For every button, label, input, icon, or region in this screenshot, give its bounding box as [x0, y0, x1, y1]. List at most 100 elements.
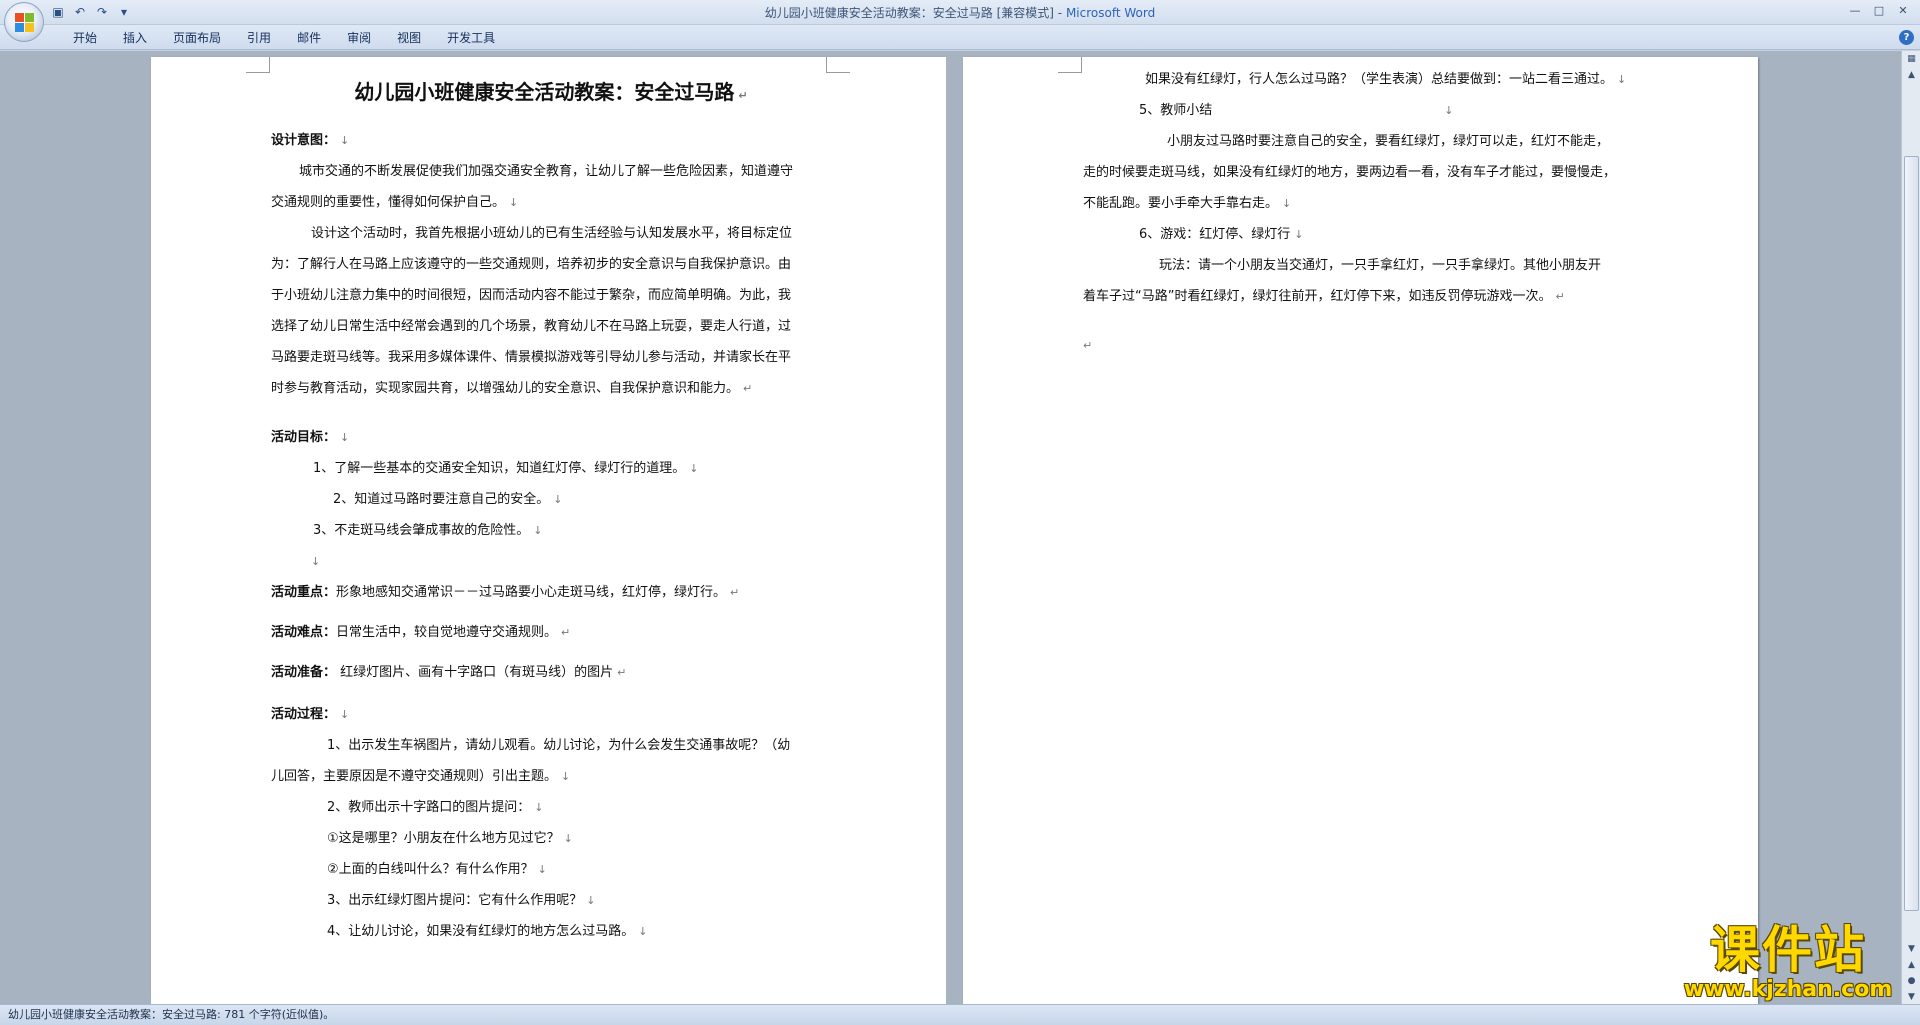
watermark-logo: 课件站 www.kjzhan.com — [1668, 922, 1908, 1004]
line-break-mark: ↓ — [586, 894, 596, 907]
process-line: 玩法：请一个小朋友当交通灯，一只手拿红灯，一只手拿绿灯。其他小朋友开 — [1083, 250, 1663, 281]
text-line: 设计这个活动时，我首先根据小班幼儿的已有生活经验与认知发展水平，将目标定位 — [311, 226, 793, 241]
crop-mark — [246, 57, 270, 73]
design-line: 为：了解行人在马路上应该遵守的一些交通规则，培养初步的安全意识与自我保护意识。由 — [271, 249, 831, 280]
line-break-mark: ↓ — [1294, 228, 1304, 241]
text-line: 1、了解一些基本的交通安全知识，知道红灯停、绿灯行的道理。 — [313, 461, 686, 476]
design-line: 时参与教育活动，实现家园共育，以增强幼儿的安全意识、自我保护意识和能力。 ↵ — [271, 373, 831, 404]
minimize-icon[interactable]: — — [1844, 2, 1866, 20]
empty-line: ↓ — [271, 546, 831, 577]
text-line: 玩法：请一个小朋友当交通灯，一只手拿红灯，一只手拿绿灯。其他小朋友开 — [1159, 258, 1602, 273]
process-line: 6、游戏：红灯停、绿灯行 ↓ — [1083, 219, 1663, 250]
line-break-mark: ↓ — [537, 863, 547, 876]
text-line: 红绿灯图片、画有十字路口（有斑马线）的图片 — [336, 665, 614, 680]
close-icon[interactable]: ✕ — [1892, 2, 1914, 20]
text-line: 2、教师出示十字路口的图片提问： — [327, 800, 531, 815]
process-line: 如果没有红绿灯，行人怎么过马路？（学生表演）总结要做到：一站二看三通过。 ↓ — [1083, 64, 1663, 95]
title-separator: - — [1053, 6, 1066, 20]
design-line: 于小班幼儿注意力集中的时间很短，因而活动内容不能过于繁杂，而应简单明确。为此，我 — [271, 280, 831, 311]
office-button[interactable] — [4, 2, 44, 42]
scroll-up-icon[interactable]: ▲ — [1903, 67, 1920, 83]
tab-view[interactable]: 视图 — [384, 30, 434, 46]
vertical-scrollbar[interactable]: ▦ ▲ ▼ ▲ ● ▼ — [1901, 51, 1920, 1004]
text-line: 3、出示红绿灯图片提问：它有什么作用呢？ — [327, 893, 583, 908]
line-break-mark: ↓ — [1444, 104, 1454, 117]
line-break-mark: ↓ — [509, 196, 519, 209]
window-title: 幼儿园小班健康安全活动教案：安全过马路 [兼容模式] - Microsoft W… — [0, 4, 1920, 21]
process-line: 不能乱跑。要小手牵大手靠右走。 ↓ — [1083, 188, 1663, 219]
ribbon: 开始 插入 页面布局 引用 邮件 审阅 视图 开发工具 ? — [0, 25, 1920, 50]
preparation: 活动准备： 红绿灯图片、画有十字路口（有斑马线）的图片 ↵ — [271, 657, 831, 688]
text-line: 选择了幼儿日常生活中经常会遇到的几个场景，教育幼儿不在马路上玩耍，要走人行道，过 — [271, 319, 792, 334]
document-heading: 幼儿园小班健康安全活动教案：安全过马路 ↵ — [271, 77, 831, 111]
line-break-mark: ↓ — [534, 801, 544, 814]
paragraph-mark: ↵ — [730, 586, 740, 599]
design-head: 设计意图： ↓ — [271, 125, 831, 156]
design-line: 选择了幼儿日常生活中经常会遇到的几个场景，教育幼儿不在马路上玩耍，要走人行道，过 — [271, 311, 831, 342]
crop-mark — [1058, 57, 1082, 73]
tab-page-layout[interactable]: 页面布局 — [160, 30, 234, 46]
help-icon[interactable]: ? — [1899, 30, 1914, 45]
page-1-body: 幼儿园小班健康安全活动教案：安全过马路 ↵ 设计意图： ↓ 城市交通的不断发展促使我… — [271, 77, 831, 947]
process-line: ①这是哪里？小朋友在什么地方见过它？ ↓ — [271, 823, 831, 854]
text-line: 时参与教育活动，实现家园共育，以增强幼儿的安全意识、自我保护意识和能力。 — [271, 381, 740, 396]
document-page-1[interactable]: 幼儿园小班健康安全活动教案：安全过马路 ↵ 设计意图： ↓ 城市交通的不断发展促使我… — [151, 57, 946, 1004]
tab-developer[interactable]: 开发工具 — [434, 30, 508, 46]
watermark-name: 课件站 — [1710, 921, 1866, 979]
text-line: 着车子过“马路”时看红绿灯，绿灯往前开，红灯停下来，如违反罚停玩游戏一次。 — [1083, 289, 1552, 304]
goal-item: 1、了解一些基本的交通安全知识，知道红灯停、绿灯行的道理。 ↓ — [271, 453, 831, 484]
section-heading: 活动目标： — [271, 430, 337, 445]
document-page-2[interactable]: 如果没有红绿灯，行人怎么过马路？（学生表演）总结要做到：一站二看三通过。 ↓ 5、… — [963, 57, 1758, 1004]
difficulty: 活动难点：日常生活中，较自觉地遵守交通规则。 ↵ — [271, 617, 831, 648]
paragraph-mark: ↵ — [561, 626, 571, 639]
line-break-mark: ↓ — [561, 770, 571, 783]
paragraph-mark: ↵ — [743, 382, 753, 395]
text-line: 为：了解行人在马路上应该遵守的一些交通规则，培养初步的安全意识与自我保护意识。由 — [271, 257, 792, 272]
line-break-mark: ↓ — [1282, 197, 1292, 210]
text-line: 如果没有红绿灯，行人怎么过马路？（学生表演）总结要做到：一站二看三通过。 — [1145, 72, 1614, 87]
process-line: 着车子过“马路”时看红绿灯，绿灯往前开，红灯停下来，如违反罚停玩游戏一次。 ↵ — [1083, 281, 1663, 312]
process-line: 4、让幼儿讨论，如果没有红绿灯的地方怎么过马路。 ↓ — [271, 916, 831, 947]
process-line: 儿回答，主要原因是不遵守交通规则）引出主题。 ↓ — [271, 761, 831, 792]
paragraph-mark: ↵ — [1555, 290, 1565, 303]
text-line: 3、不走斑马线会肇成事故的危险性。 — [313, 523, 530, 538]
ribbon-tabs: 开始 插入 页面布局 引用 邮件 审阅 视图 开发工具 — [60, 30, 508, 46]
text-line: 5、教师小结 — [1139, 103, 1213, 118]
text-line: 2、知道过马路时要注意自己的安全。 — [333, 492, 550, 507]
watermark-url: www.kjzhan.com — [1683, 977, 1893, 1002]
maximize-icon[interactable]: □ — [1868, 2, 1890, 20]
key-point: 活动重点：形象地感知交通常识－－过马路要小心走斑马线，红灯停，绿灯行。 ↵ — [271, 577, 831, 608]
text-line: ①这是哪里？小朋友在什么地方见过它？ — [327, 831, 560, 846]
line-break-mark: ↓ — [553, 493, 563, 506]
window-controls: — □ ✕ — [1844, 2, 1914, 20]
document-area: 幼儿园小班健康安全活动教案：安全过马路 ↵ 设计意图： ↓ 城市交通的不断发展促使我… — [0, 51, 1901, 1004]
section-heading: 活动准备： — [271, 665, 337, 680]
design-line: 交通规则的重要性，懂得如何保护自己。 ↓ — [271, 187, 831, 218]
ruler-toggle-icon[interactable]: ▦ — [1903, 51, 1920, 67]
text-line: ②上面的白线叫什么？有什么作用？ — [327, 862, 534, 877]
text-line: 日常生活中，较自觉地遵守交通规则。 — [336, 625, 558, 640]
process-line: 3、出示红绿灯图片提问：它有什么作用呢？ ↓ — [271, 885, 831, 916]
tab-references[interactable]: 引用 — [234, 30, 284, 46]
paragraph-mark: ↵ — [738, 89, 748, 102]
process-line: 2、教师出示十字路口的图片提问： ↓ — [271, 792, 831, 823]
line-break-mark: ↓ — [1617, 73, 1627, 86]
line-break-mark: ↓ — [689, 462, 699, 475]
tab-home[interactable]: 开始 — [60, 30, 110, 46]
goal-item: 2、知道过马路时要注意自己的安全。 ↓ — [271, 484, 831, 515]
text-line: 形象地感知交通常识－－过马路要小心走斑马线，红灯停，绿灯行。 — [336, 585, 727, 600]
text-line: 交通规则的重要性，懂得如何保护自己。 — [271, 195, 506, 210]
tab-review[interactable]: 审阅 — [334, 30, 384, 46]
text-line: 不能乱跑。要小手牵大手靠右走。 — [1083, 196, 1279, 211]
section-heading: 活动难点： — [271, 625, 337, 640]
text-line: 儿回答，主要原因是不遵守交通规则）引出主题。 — [271, 769, 558, 784]
tab-mailings[interactable]: 邮件 — [284, 30, 334, 46]
line-break-mark: ↓ — [563, 832, 573, 845]
title-bar: ▣ ↶ ↷ ▾ 幼儿园小班健康安全活动教案：安全过马路 [兼容模式] - Mic… — [0, 0, 1920, 25]
section-heading: 设计意图： — [271, 133, 337, 148]
goal-item: 3、不走斑马线会肇成事故的危险性。 ↓ — [271, 515, 831, 546]
status-text: 幼儿园小班健康安全活动教案：安全过马路: 781 个字符(近似值)。 — [8, 1008, 335, 1021]
tab-insert[interactable]: 插入 — [110, 30, 160, 46]
scrollbar-thumb[interactable] — [1904, 156, 1919, 911]
